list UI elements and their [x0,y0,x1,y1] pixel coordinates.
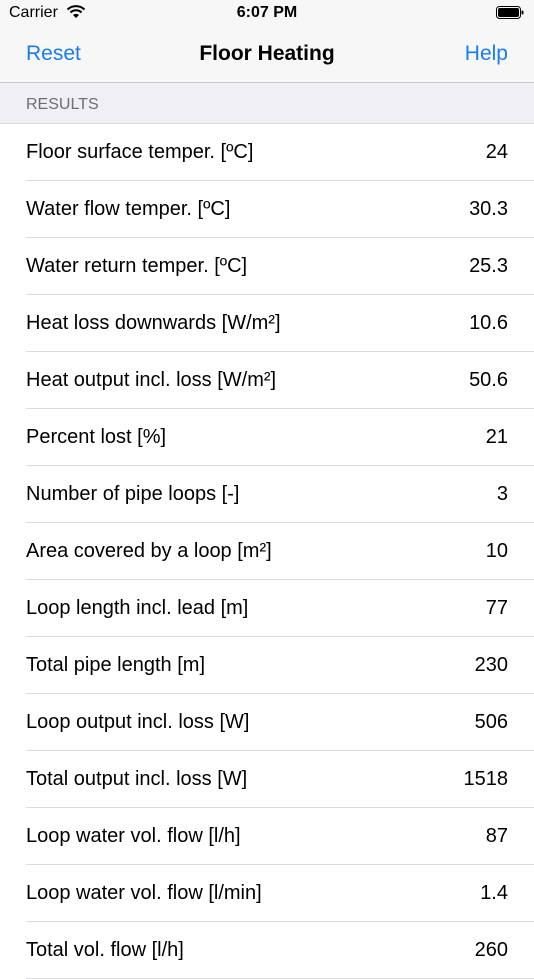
result-row-loop-flow-lh[interactable]: Loop water vol. flow [l/h] 87 [0,808,534,865]
row-label: Total output incl. loss [W] [26,768,248,790]
result-row-loop-output[interactable]: Loop output incl. loss [W] 506 [0,694,534,751]
row-label: Loop water vol. flow [l/h] [26,825,241,847]
row-value: 1.4 [480,882,508,904]
result-row-pipe-loops[interactable]: Number of pipe loops [-] 3 [0,466,534,523]
result-row-heat-loss-downwards[interactable]: Heat loss downwards [W/m²] 10.6 [0,295,534,352]
page-title: Floor Heating [199,42,335,65]
row-value: 50.6 [469,369,508,391]
help-button[interactable]: Help [465,42,508,66]
result-row-loop-flow-lmin[interactable]: Loop water vol. flow [l/min] 1.4 [0,865,534,922]
row-label: Number of pipe loops [-] [26,483,240,505]
result-row-floor-surface-temp[interactable]: Floor surface temper. [ºC] 24 [0,124,534,181]
row-label: Total pipe length [m] [26,654,205,676]
row-value: 10.6 [469,312,508,334]
result-row-area-per-loop[interactable]: Area covered by a loop [m²] 10 [0,523,534,580]
status-time: 6:07 PM [236,4,298,21]
status-bar: Carrier 6:07 PM [0,0,534,28]
result-row-total-output[interactable]: Total output incl. loss [W] 1518 [0,751,534,808]
row-value: 77 [485,597,508,619]
section-title: RESULTS [26,96,99,113]
row-label: Heat output incl. loss [W/m²] [26,369,277,391]
result-row-percent-lost[interactable]: Percent lost [%] 21 [0,409,534,466]
result-row-total-flow[interactable]: Total vol. flow [l/h] 260 [0,922,534,979]
row-value: 10 [485,540,508,562]
row-label: Heat loss downwards [W/m²] [26,312,281,334]
row-value: 1518 [463,768,509,790]
row-label: Water return temper. [ºC] [26,255,248,277]
results-section-header: RESULTS [0,83,534,124]
row-value: 24 [485,141,508,163]
row-label: Loop output incl. loss [W] [26,711,250,733]
row-value: 260 [474,939,508,961]
result-row-water-return-temp[interactable]: Water return temper. [ºC] 25.3 [0,238,534,295]
row-value: 506 [474,711,508,733]
row-label: Water flow temper. [ºC] [26,198,231,220]
row-value: 25.3 [469,255,508,277]
result-row-loop-length[interactable]: Loop length incl. lead [m] 77 [0,580,534,637]
row-value: 230 [474,654,508,676]
row-label: Area covered by a loop [m²] [26,540,272,562]
row-label: Total vol. flow [l/h] [26,939,184,961]
navigation-bar: Reset Floor Heating Help [0,28,534,83]
battery-icon [496,6,524,19]
result-row-heat-output[interactable]: Heat output incl. loss [W/m²] 50.6 [0,352,534,409]
row-value: 30.3 [469,198,508,220]
result-row-water-flow-temp[interactable]: Water flow temper. [ºC] 30.3 [0,181,534,238]
row-label: Floor surface temper. [ºC] [26,141,254,163]
row-value: 87 [485,825,508,847]
row-value: 3 [496,483,508,505]
row-label: Loop length incl. lead [m] [26,597,249,619]
row-value: 21 [485,426,508,448]
row-label: Percent lost [%] [26,426,167,448]
row-label: Loop water vol. flow [l/min] [26,882,262,904]
results-table: Floor surface temper. [ºC] 24 Water flow… [0,124,534,979]
result-row-total-pipe-length[interactable]: Total pipe length [m] 230 [0,637,534,694]
